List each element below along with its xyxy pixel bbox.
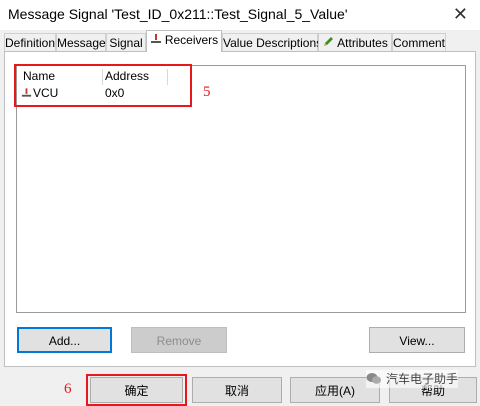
close-icon[interactable]: ✕ xyxy=(453,3,468,25)
annotation-highlight-receivers xyxy=(14,64,192,107)
tab-label: Attributes xyxy=(337,36,388,50)
tab-message[interactable]: Message xyxy=(56,33,106,51)
cancel-button[interactable]: 取消 xyxy=(192,377,282,403)
watermark: 汽车电子助手 xyxy=(366,370,459,388)
wechat-icon xyxy=(366,372,382,388)
add-button[interactable]: Add... xyxy=(17,327,112,353)
annotation-number-5: 5 xyxy=(203,84,211,100)
pencil-icon xyxy=(322,34,334,52)
tab-comment[interactable]: Comment xyxy=(392,33,446,51)
tab-value-descriptions[interactable]: Value Descriptions xyxy=(222,33,322,51)
tab-label: Signal xyxy=(109,36,143,50)
tab-bar: Definition Message Signal Receivers Valu… xyxy=(0,30,480,52)
tab-label: Value Descriptions xyxy=(223,36,323,50)
tab-label: Receivers xyxy=(164,33,219,47)
tab-attributes[interactable]: Attributes xyxy=(318,33,392,51)
tab-label: Message xyxy=(57,36,106,50)
view-button[interactable]: View... xyxy=(369,327,465,353)
window-title: Message Signal 'Test_ID_0x211::Test_Sign… xyxy=(8,6,348,22)
tab-label: Comment xyxy=(393,36,446,50)
watermark-text: 汽车电子助手 xyxy=(386,372,459,386)
annotation-number-6: 6 xyxy=(64,381,72,397)
tab-signal[interactable]: Signal xyxy=(106,33,146,51)
tab-label: Definition xyxy=(5,36,56,50)
tab-definition[interactable]: Definition xyxy=(4,33,56,51)
remove-button[interactable]: Remove xyxy=(131,327,227,353)
title-bar: Message Signal 'Test_ID_0x211::Test_Sign… xyxy=(0,0,480,30)
receiver-node-icon xyxy=(150,31,162,49)
annotation-highlight-ok xyxy=(86,374,187,406)
tab-receivers[interactable]: Receivers xyxy=(146,30,222,52)
